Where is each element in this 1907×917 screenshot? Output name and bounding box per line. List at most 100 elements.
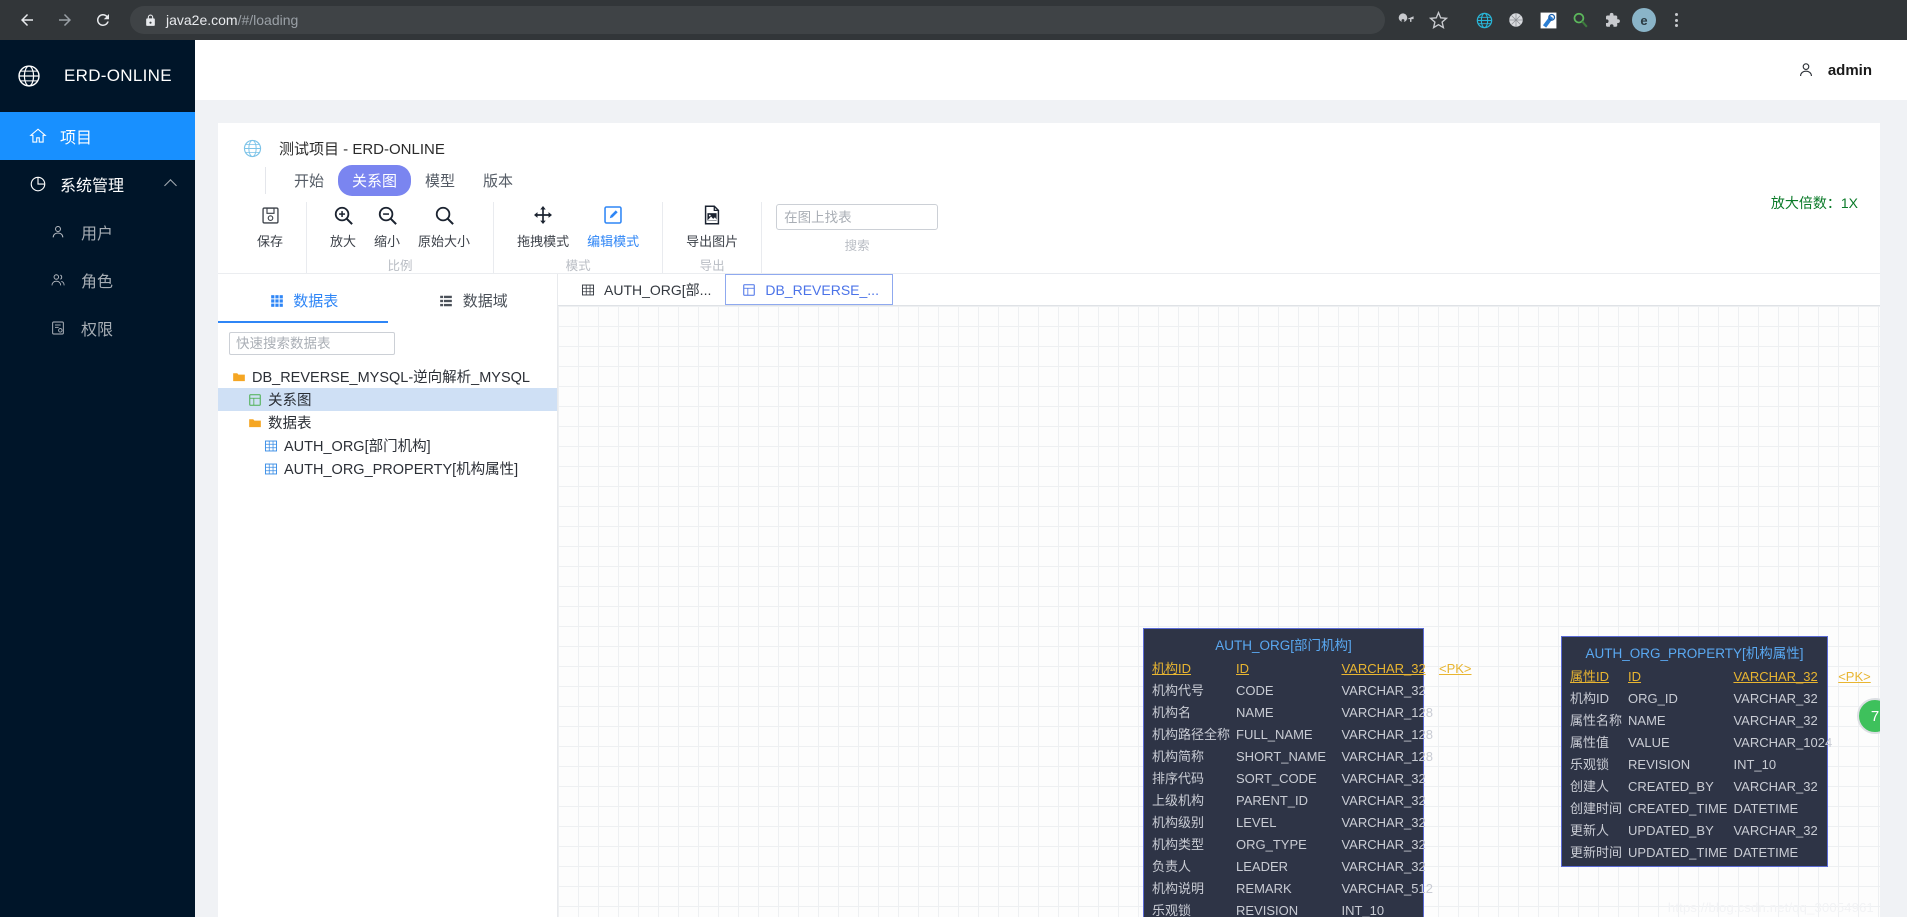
er-column-key: <PK> — [1838, 669, 1871, 684]
er-table-row[interactable]: 机构代号 CODE VARCHAR_32 — [1144, 680, 1478, 702]
diagram-icon — [247, 392, 263, 408]
zoom-level-indicator: 放大倍数：1X — [1770, 195, 1858, 211]
magnifier-extension-button[interactable] — [1565, 5, 1595, 35]
sidebar-item-users[interactable]: 用户 — [0, 208, 195, 256]
sidebar-item-projects[interactable]: 项目 — [0, 112, 195, 160]
er-column-type: DATETIME — [1733, 801, 1799, 816]
er-table-row[interactable]: 创建人 CREATED_BY VARCHAR_32 — [1562, 776, 1877, 798]
er-table-row[interactable]: 机构级别 LEVEL VARCHAR_32 — [1144, 812, 1478, 834]
er-column-comment: 机构路径全称 — [1152, 727, 1231, 742]
circle-extension-button[interactable] — [1501, 5, 1531, 35]
er-column-key — [1439, 746, 1478, 768]
er-table[interactable]: AUTH_ORG_PROPERTY[机构属性] 属性ID ID VARCHAR_32 <… — [1561, 636, 1871, 867]
er-column-type: VARCHAR_32 — [1733, 713, 1818, 728]
sidebar-item-permissions[interactable]: 权限 — [0, 304, 195, 352]
er-column-name: NAME — [1236, 705, 1274, 720]
grid-tables-icon — [267, 291, 286, 310]
er-table-row[interactable]: 乐观锁 REVISION INT_10 — [1562, 754, 1877, 776]
er-column-comment: 机构名 — [1152, 705, 1192, 720]
tree-node-table-auth-org-label: AUTH_ORG[部门机构] — [284, 439, 431, 455]
er-table-row[interactable]: 机构简称 SHORT_NAME VARCHAR_128 — [1144, 746, 1478, 768]
password-key-button[interactable] — [1391, 5, 1421, 35]
reload-icon — [96, 13, 109, 26]
back-button[interactable] — [10, 3, 44, 37]
er-column-type: VARCHAR_32 — [1733, 669, 1818, 684]
er-table-rows: 机构ID ID VARCHAR_32 <PK> 机构代号 CODE VARCHAR_32 机构… — [1144, 658, 1478, 917]
canvas-tab-db-reverse[interactable]: DB_REVERSE_... — [725, 274, 893, 305]
er-table-row[interactable]: 机构ID ID VARCHAR_32 <PK> — [1144, 658, 1478, 680]
er-table-row[interactable]: 机构路径全称 FULL_NAME VARCHAR_128 — [1144, 724, 1478, 746]
sidebar-item-roles[interactable]: 角色 — [0, 256, 195, 304]
extensions-button[interactable] — [1597, 5, 1627, 35]
toolbar-group-mode: 拖拽模式 编辑模式 模式 — [494, 202, 664, 273]
canvas-tab-auth-org[interactable]: AUTH_ORG[部... — [564, 274, 726, 305]
er-column-name: VALUE — [1628, 735, 1670, 750]
address-bar[interactable]: java2e.com/#/loading — [130, 6, 1385, 34]
tab-data-tables[interactable]: 数据表 — [218, 278, 388, 323]
er-column-key — [1838, 820, 1877, 842]
explorer-search-input[interactable] — [229, 332, 395, 355]
tree-node-diagram[interactable]: 关系图 — [218, 388, 557, 411]
user-avatar-icon — [1797, 61, 1816, 80]
reload-button[interactable] — [86, 3, 120, 37]
export-image-button-label: 导出图片 — [686, 234, 739, 249]
zoom-out-button[interactable]: 缩小 — [365, 202, 409, 250]
er-column-type: VARCHAR_32 — [1341, 771, 1426, 786]
zoom-out-button-label: 缩小 — [374, 234, 401, 249]
ribbon-tab-version[interactable]: 版本 — [469, 165, 527, 196]
diagram-toolbar: 保存 放大 缩小 原始大小 比例 拖拽模式 编辑模式 模式 导出图片 导出 在图… — [218, 202, 1880, 274]
er-column-key — [1439, 680, 1478, 702]
tree-node-table-auth-org[interactable]: AUTH_ORG[部门机构] — [218, 434, 557, 457]
toolbar-group-scale-label: 比例 — [387, 259, 413, 273]
tree-node-table-auth-org-property[interactable]: AUTH_ORG_PROPERTY[机构属性] — [218, 457, 557, 480]
ribbon-tab-diagram[interactable]: 关系图 — [338, 165, 412, 196]
zoom-in-icon — [332, 202, 355, 228]
current-user-name[interactable]: admin — [1828, 62, 1872, 79]
er-column-key — [1439, 724, 1478, 746]
globe-extension-button[interactable] — [1469, 5, 1499, 35]
zoom-in-button[interactable]: 放大 — [321, 202, 365, 250]
ribbon-tab-model[interactable]: 模型 — [411, 165, 469, 196]
tree-node-diagram-label: 关系图 — [268, 393, 312, 409]
er-table-row[interactable]: 负责人 LEADER VARCHAR_32 — [1144, 856, 1478, 878]
er-table-row[interactable]: 机构名 NAME VARCHAR_128 — [1144, 702, 1478, 724]
project-title: 测试项目 - ERD-ONLINE — [279, 141, 445, 158]
er-table-row[interactable]: 上级机构 PARENT_ID VARCHAR_32 — [1144, 790, 1478, 812]
er-table-row[interactable]: 机构说明 REMARK VARCHAR_512 — [1144, 878, 1478, 900]
sidebar-item-system-management[interactable]: 系统管理 — [0, 160, 195, 208]
diagram-search-input[interactable] — [776, 204, 939, 230]
er-column-name: CREATED_TIME — [1628, 801, 1728, 816]
bookmark-button[interactable] — [1423, 5, 1453, 35]
er-table-row[interactable]: 更新时间 UPDATED_TIME DATETIME — [1562, 842, 1877, 864]
edit-mode-button[interactable]: 编辑模式 — [578, 202, 648, 250]
forward-button[interactable] — [48, 3, 82, 37]
er-table-row[interactable]: 更新人 UPDATED_BY VARCHAR_32 — [1562, 820, 1877, 842]
er-table[interactable]: AUTH_ORG[部门机构] 机构ID ID VARCHAR_32 <PK> 机构代号 CO… — [1143, 628, 1472, 917]
er-column-key — [1439, 812, 1478, 834]
toolbar-group-scale: 放大 缩小 原始大小 比例 — [307, 202, 495, 273]
tab-data-domains[interactable]: 数据域 — [388, 278, 558, 323]
er-table-row[interactable]: 乐观锁 REVISION INT_10 — [1144, 900, 1478, 917]
er-table-row[interactable]: 属性ID ID VARCHAR_32 <PK> — [1562, 666, 1877, 688]
er-table-row[interactable]: 排序代码 SORT_CODE VARCHAR_32 — [1144, 768, 1478, 790]
tree-node-database[interactable]: DB_REVERSE_MYSQL-逆向解析_MYSQL — [218, 365, 557, 388]
er-table-row[interactable]: 创建时间 CREATED_TIME DATETIME — [1562, 798, 1877, 820]
er-table-row[interactable]: 机构类型 ORG_TYPE VARCHAR_32 — [1144, 834, 1478, 856]
er-table-row[interactable]: 属性值 VALUE VARCHAR_1024 — [1562, 732, 1877, 754]
export-image-button[interactable]: 导出图片 — [677, 202, 747, 250]
zoom-reset-button[interactable]: 原始大小 — [409, 202, 479, 250]
er-column-type: VARCHAR_32 — [1341, 859, 1426, 874]
drag-mode-button[interactable]: 拖拽模式 — [508, 202, 578, 250]
explorer-tabs: 数据表 数据域 — [218, 278, 557, 323]
er-column-comment: 机构级别 — [1152, 815, 1205, 830]
blue-tool-extension-button[interactable] — [1533, 5, 1563, 35]
chrome-menu-button[interactable] — [1661, 5, 1691, 35]
er-table-row[interactable]: 属性名称 NAME VARCHAR_32 — [1562, 710, 1877, 732]
er-table-row[interactable]: 机构ID ORG_ID VARCHAR_32 — [1562, 688, 1877, 710]
save-button[interactable]: 保存 — [248, 202, 292, 250]
tree-node-tables-folder[interactable]: 数据表 — [218, 411, 557, 434]
er-diagram-canvas[interactable]: https://blog.csdn.net/qq_30054961 7 AUTH… — [558, 306, 1880, 917]
toolbar-group-file: 保存 — [234, 202, 308, 273]
ribbon-tab-start[interactable]: 开始 — [280, 165, 338, 196]
profile-button[interactable]: e — [1629, 5, 1659, 35]
